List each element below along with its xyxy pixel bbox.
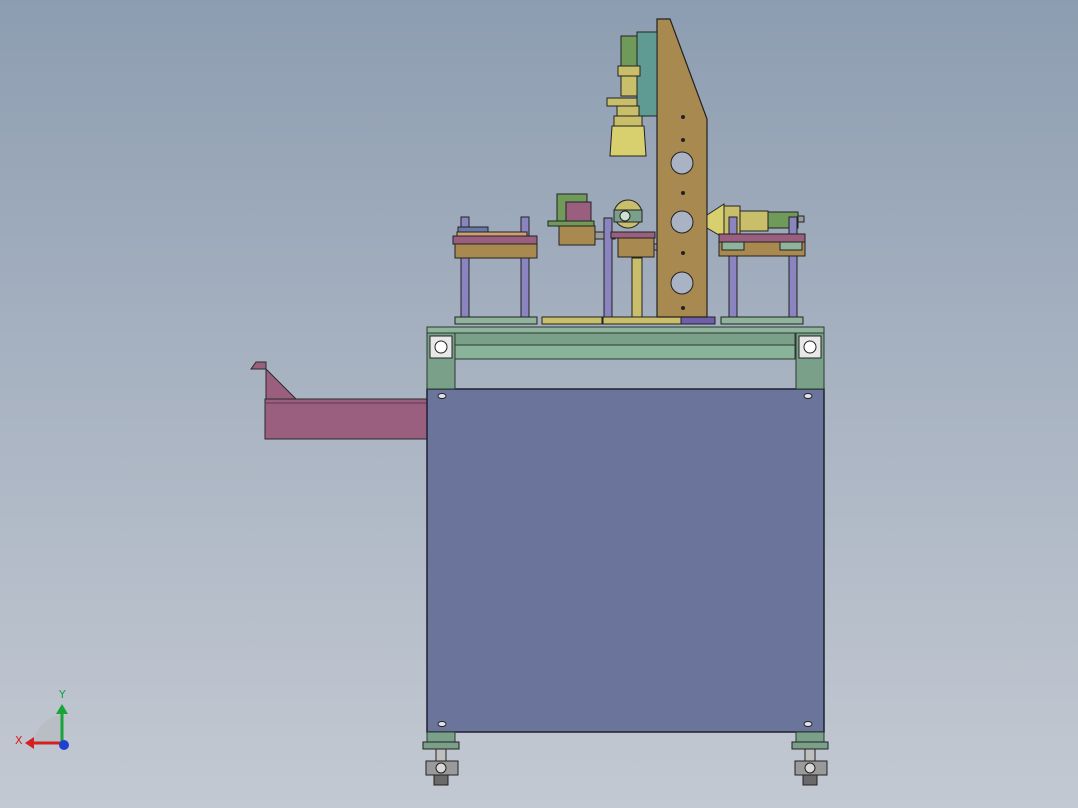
top-camera-assembly[interactable] bbox=[606, 31, 658, 157]
leveling-foot-left[interactable] bbox=[422, 741, 460, 786]
cad-viewport[interactable]: Y X bbox=[0, 0, 1078, 808]
z-axis-dot bbox=[59, 740, 69, 750]
top-plate-fixtures[interactable] bbox=[454, 316, 804, 325]
triad-x-label: X bbox=[15, 734, 23, 747]
coordinate-triad bbox=[25, 704, 69, 750]
leveling-foot-right[interactable] bbox=[791, 741, 829, 786]
side-tray[interactable] bbox=[250, 361, 430, 440]
right-lift-unit[interactable] bbox=[718, 216, 806, 318]
machine-assembly-model[interactable] bbox=[0, 0, 1078, 808]
left-lift-unit[interactable] bbox=[452, 216, 538, 318]
upright-plate[interactable] bbox=[656, 18, 708, 318]
cabinet-panel[interactable] bbox=[426, 388, 825, 733]
triad-y-label: Y bbox=[59, 688, 66, 701]
